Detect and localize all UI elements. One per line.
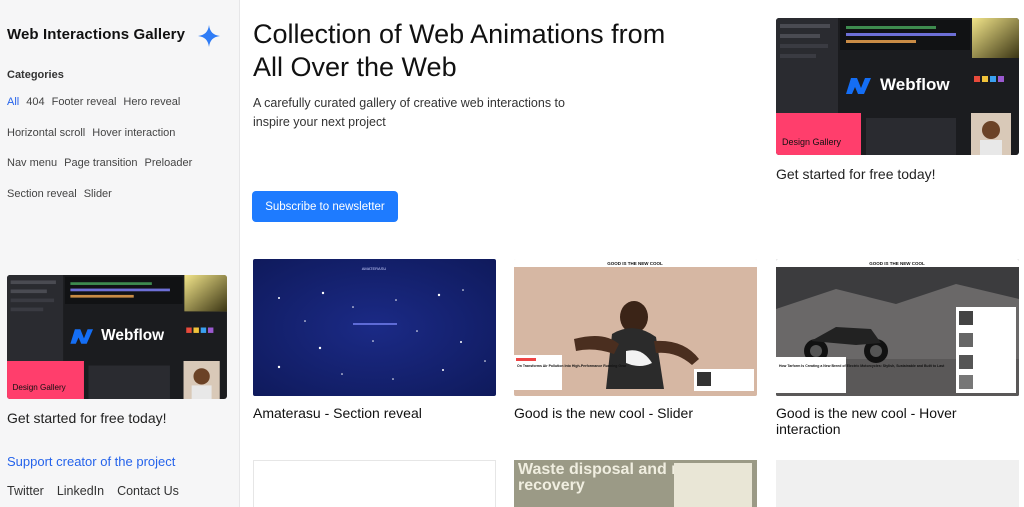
category-page-transition[interactable]: Page transition bbox=[64, 157, 137, 169]
category-slider[interactable]: Slider bbox=[84, 188, 112, 200]
social-links: Twitter LinkedIn Contact Us bbox=[7, 484, 192, 498]
category-hover-interaction[interactable]: Hover interaction bbox=[92, 127, 175, 139]
svg-text:GOOD IS THE NEW COOL: GOOD IS THE NEW COOL bbox=[869, 261, 925, 266]
webflow-promo-image[interactable]: Webflow Design Gallery bbox=[776, 18, 1019, 155]
category-footer-reveal[interactable]: Footer reveal bbox=[52, 96, 117, 108]
gallery-card-title[interactable]: Good is the new cool - Hover interaction bbox=[776, 405, 1019, 437]
category-nav-menu[interactable]: Nav menu bbox=[7, 157, 57, 169]
promo-caption[interactable]: Get started for free today! bbox=[7, 410, 167, 426]
page-subtitle: A carefully curated gallery of creative … bbox=[253, 96, 565, 129]
sparkle-star-icon bbox=[198, 25, 220, 47]
gallery-card-thumbnail[interactable] bbox=[253, 460, 496, 507]
category-row: Section reveal Slider bbox=[7, 188, 227, 219]
thumbnail-panel bbox=[674, 463, 752, 507]
category-row: Nav menu Page transition Preloader bbox=[7, 157, 227, 188]
brand[interactable]: Web Interactions Gallery bbox=[7, 25, 220, 47]
linkedin-link[interactable]: LinkedIn bbox=[57, 484, 104, 498]
motorcycle-hover-thumbnail: GOOD IS THE NEW COOL How Tarform Is Crea… bbox=[776, 259, 1019, 396]
gallery-card-thumbnail[interactable]: Waste disposal and resource recovery bbox=[514, 460, 757, 507]
webflow-logo-text: Webflow bbox=[101, 327, 164, 344]
category-preloader[interactable]: Preloader bbox=[145, 157, 193, 169]
gallery-card-thumbnail[interactable]: GOOD IS THE NEW COOL How Tarform Is Crea… bbox=[776, 259, 1019, 396]
subscribe-button[interactable]: Subscribe to newsletter bbox=[252, 191, 398, 222]
svg-text:GOOD IS THE NEW COOL: GOOD IS THE NEW COOL bbox=[607, 261, 663, 266]
svg-text:Design Gallery: Design Gallery bbox=[12, 383, 66, 392]
contact-us-link[interactable]: Contact Us bbox=[117, 484, 179, 498]
webflow-logo-text: Webflow bbox=[880, 75, 950, 94]
category-row: Horizontal scroll Hover interaction bbox=[7, 127, 227, 158]
category-hero-reveal[interactable]: Hero reveal bbox=[123, 96, 180, 108]
category-all[interactable]: All bbox=[7, 96, 19, 108]
sidebar: Web Interactions Gallery Categories All … bbox=[0, 0, 240, 507]
support-creator-link[interactable]: Support creator of the project bbox=[7, 454, 175, 469]
promo-caption[interactable]: Get started for free today! bbox=[776, 166, 936, 182]
page-title: Collection of Web Animations from All Ov… bbox=[253, 19, 666, 82]
category-404[interactable]: 404 bbox=[26, 96, 44, 108]
svg-text:Design Gallery: Design Gallery bbox=[782, 137, 842, 147]
gallery-card-thumbnail[interactable]: GOOD IS THE NEW COOL On Transforms Air P… bbox=[514, 259, 757, 396]
svg-text:On Transforms Air Pollution In: On Transforms Air Pollution Into High-Pe… bbox=[517, 364, 627, 368]
gallery-card-title[interactable]: Amaterasu - Section reveal bbox=[253, 405, 496, 421]
category-row: All 404 Footer reveal Hero reveal bbox=[7, 96, 227, 127]
categories-heading: Categories bbox=[7, 69, 64, 81]
webflow-promo-graphic: Webflow Design Gallery bbox=[7, 275, 227, 399]
webflow-promo-graphic: Webflow Design Gallery bbox=[776, 18, 1019, 155]
svg-text:How Tarform Is Creating a New: How Tarform Is Creating a New Breed of E… bbox=[779, 364, 945, 368]
category-section-reveal[interactable]: Section reveal bbox=[7, 188, 77, 200]
runner-slider-thumbnail: GOOD IS THE NEW COOL On Transforms Air P… bbox=[514, 259, 757, 396]
category-horizontal-scroll[interactable]: Horizontal scroll bbox=[7, 127, 85, 139]
amaterasu-thumbnail: AMATERASU bbox=[253, 259, 496, 396]
gallery-card-title[interactable]: Good is the new cool - Slider bbox=[514, 405, 757, 421]
webflow-promo-image[interactable]: Webflow Design Gallery bbox=[7, 275, 227, 399]
svg-text:AMATERASU: AMATERASU bbox=[362, 266, 387, 271]
site-title[interactable]: Web Interactions Gallery bbox=[7, 26, 185, 43]
twitter-link[interactable]: Twitter bbox=[7, 484, 44, 498]
category-list: All 404 Footer reveal Hero reveal Horizo… bbox=[7, 96, 227, 218]
gallery-card-thumbnail[interactable] bbox=[776, 460, 1019, 507]
gallery-card-thumbnail[interactable]: AMATERASU bbox=[253, 259, 496, 396]
